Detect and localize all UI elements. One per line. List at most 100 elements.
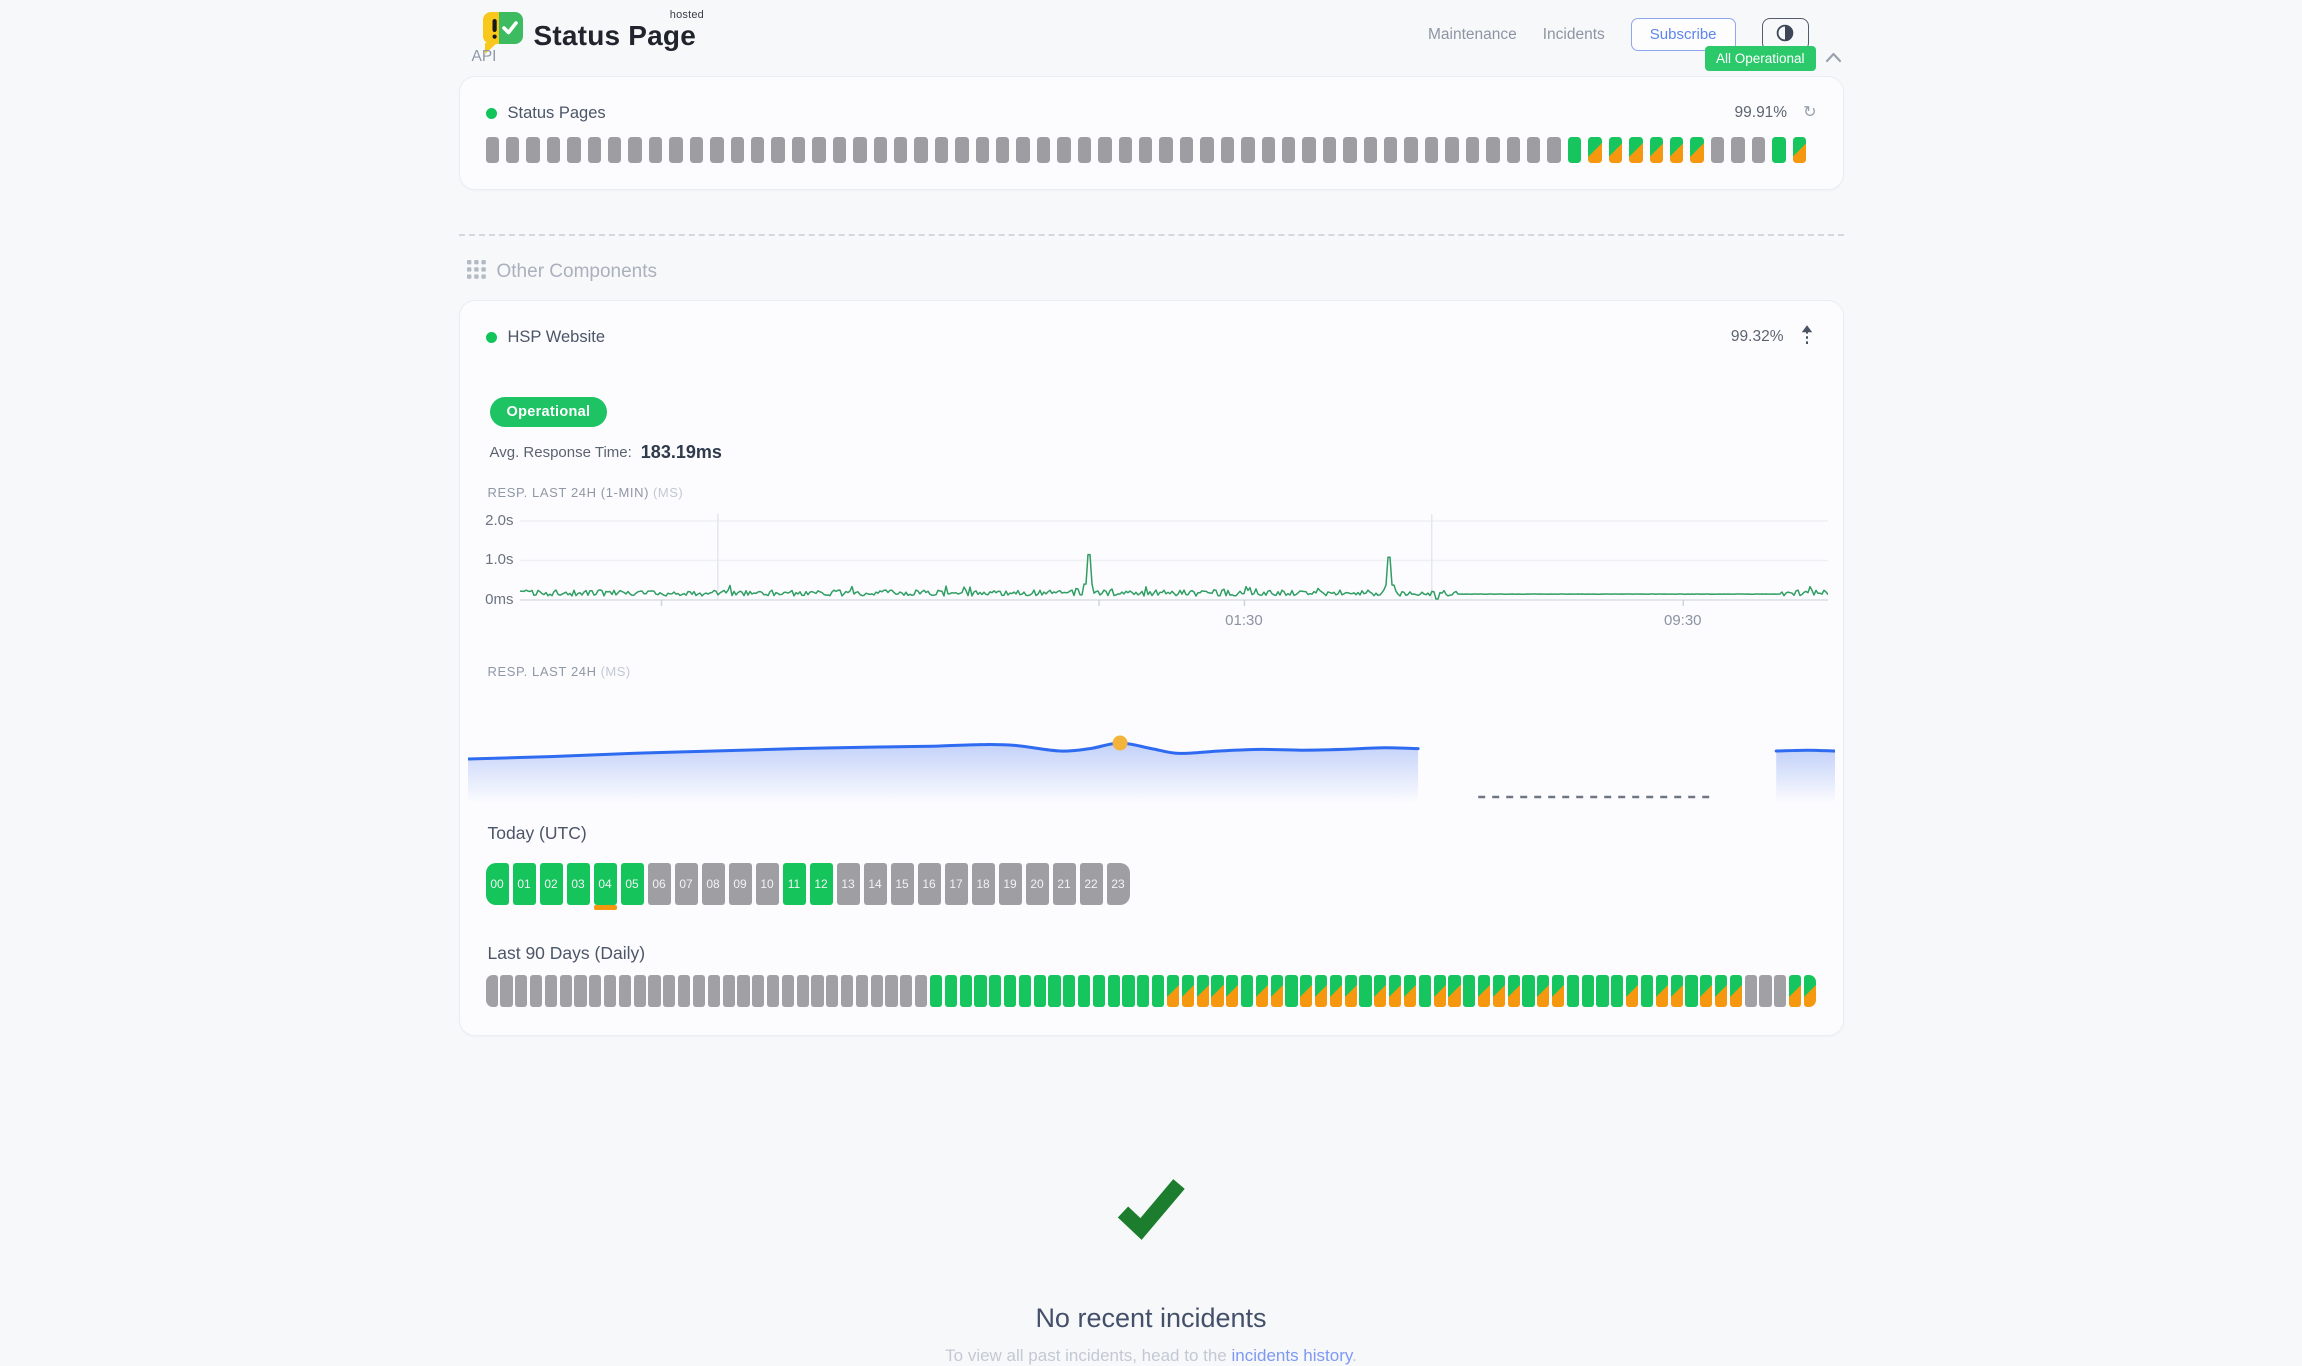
day-block[interactable] — [1226, 975, 1238, 1007]
uptime-bar[interactable] — [1650, 137, 1663, 163]
day-block[interactable] — [1478, 975, 1490, 1007]
uptime-bar[interactable] — [1609, 137, 1622, 163]
day-block[interactable] — [545, 975, 557, 1007]
uptime-bar[interactable] — [771, 137, 784, 163]
uptime-bar[interactable] — [1200, 137, 1213, 163]
uptime-bar[interactable] — [1241, 137, 1254, 163]
uptime-bar[interactable] — [1098, 137, 1111, 163]
hour-block-17[interactable]: 17 — [945, 863, 968, 905]
day-block[interactable] — [1122, 975, 1134, 1007]
uptime-bar[interactable] — [1323, 137, 1336, 163]
uptime-bar[interactable] — [1588, 137, 1601, 163]
hour-block-18[interactable]: 18 — [972, 863, 995, 905]
day-block[interactable] — [1034, 975, 1046, 1007]
day-block[interactable] — [1626, 975, 1638, 1007]
uptime-bar[interactable] — [833, 137, 846, 163]
day-block[interactable] — [634, 975, 646, 1007]
hour-block-19[interactable]: 19 — [999, 863, 1022, 905]
day-block[interactable] — [1552, 975, 1564, 1007]
day-block[interactable] — [1182, 975, 1194, 1007]
uptime-bar[interactable] — [935, 137, 948, 163]
day-block[interactable] — [1063, 975, 1075, 1007]
uptime-bar[interactable] — [996, 137, 1009, 163]
hour-block-07[interactable]: 07 — [675, 863, 698, 905]
uptime-bar[interactable] — [628, 137, 641, 163]
uptime-bar[interactable] — [1404, 137, 1417, 163]
uptime-bar[interactable] — [649, 137, 662, 163]
day-block[interactable] — [811, 975, 823, 1007]
hour-block-09[interactable]: 09 — [729, 863, 752, 905]
day-block[interactable] — [663, 975, 675, 1007]
chart1-plot[interactable] — [520, 512, 1828, 608]
uptime-bar[interactable] — [1425, 137, 1438, 163]
day-block[interactable] — [1730, 975, 1742, 1007]
uptime-bar[interactable] — [1364, 137, 1377, 163]
day-block[interactable] — [1434, 975, 1446, 1007]
day-block[interactable] — [1789, 975, 1801, 1007]
day-block[interactable] — [1508, 975, 1520, 1007]
hour-block-03[interactable]: 03 — [567, 863, 590, 905]
day-block[interactable] — [1359, 975, 1371, 1007]
uptime-bar[interactable] — [1670, 137, 1683, 163]
hour-block-12[interactable]: 12 — [810, 863, 833, 905]
day-block[interactable] — [1315, 975, 1327, 1007]
day-block[interactable] — [900, 975, 912, 1007]
day-block[interactable] — [841, 975, 853, 1007]
uptime-bar[interactable] — [1690, 137, 1703, 163]
day-block[interactable] — [1596, 975, 1608, 1007]
uptime-bar[interactable] — [669, 137, 682, 163]
day-block[interactable] — [1567, 975, 1579, 1007]
uptime-bar[interactable] — [976, 137, 989, 163]
day-block[interactable] — [1167, 975, 1179, 1007]
day-block[interactable] — [797, 975, 809, 1007]
day-block[interactable] — [1759, 975, 1771, 1007]
uptime-bar[interactable] — [792, 137, 805, 163]
day-block[interactable] — [1611, 975, 1623, 1007]
day-block[interactable] — [1804, 975, 1816, 1007]
uptime-bar[interactable] — [1037, 137, 1050, 163]
uptime-bar[interactable] — [874, 137, 887, 163]
uptime-bar[interactable] — [1486, 137, 1499, 163]
day-block[interactable] — [1345, 975, 1357, 1007]
day-block[interactable] — [1300, 975, 1312, 1007]
uptime-bar[interactable] — [526, 137, 539, 163]
uptime-bar[interactable] — [1445, 137, 1458, 163]
uptime-bar[interactable] — [1302, 137, 1315, 163]
hour-block-20[interactable]: 20 — [1026, 863, 1049, 905]
day-block[interactable] — [648, 975, 660, 1007]
day-block[interactable] — [930, 975, 942, 1007]
day-block[interactable] — [515, 975, 527, 1007]
uptime-bar[interactable] — [1793, 137, 1806, 163]
uptime-bar[interactable] — [1016, 137, 1029, 163]
data-point-marker[interactable] — [1112, 736, 1127, 751]
hour-block-04[interactable]: 04 — [594, 863, 617, 905]
hour-block-23[interactable]: 23 — [1107, 863, 1130, 905]
hour-block-15[interactable]: 15 — [891, 863, 914, 905]
uptime-bar[interactable] — [710, 137, 723, 163]
uptime-bar[interactable] — [1119, 137, 1132, 163]
day-block[interactable] — [1700, 975, 1712, 1007]
day-block[interactable] — [1285, 975, 1297, 1007]
uptime-bar[interactable] — [547, 137, 560, 163]
uptime-bar[interactable] — [690, 137, 703, 163]
uptime-bar[interactable] — [1772, 137, 1785, 163]
day-block[interactable] — [1048, 975, 1060, 1007]
day-block[interactable] — [1197, 975, 1209, 1007]
day-block[interactable] — [826, 975, 838, 1007]
day-block[interactable] — [530, 975, 542, 1007]
uptime-bar[interactable] — [1731, 137, 1744, 163]
day-block[interactable] — [974, 975, 986, 1007]
day-block[interactable] — [1522, 975, 1534, 1007]
uptime-bar[interactable] — [812, 137, 825, 163]
uptime-bar[interactable] — [608, 137, 621, 163]
day-block[interactable] — [574, 975, 586, 1007]
day-block[interactable] — [723, 975, 735, 1007]
day-block[interactable] — [856, 975, 868, 1007]
day-block[interactable] — [1656, 975, 1668, 1007]
day-block[interactable] — [1004, 975, 1016, 1007]
day-block[interactable] — [1493, 975, 1505, 1007]
day-block[interactable] — [1241, 975, 1253, 1007]
hour-block-13[interactable]: 13 — [837, 863, 860, 905]
nav-incidents[interactable]: Incidents — [1543, 26, 1605, 44]
day-block[interactable] — [885, 975, 897, 1007]
